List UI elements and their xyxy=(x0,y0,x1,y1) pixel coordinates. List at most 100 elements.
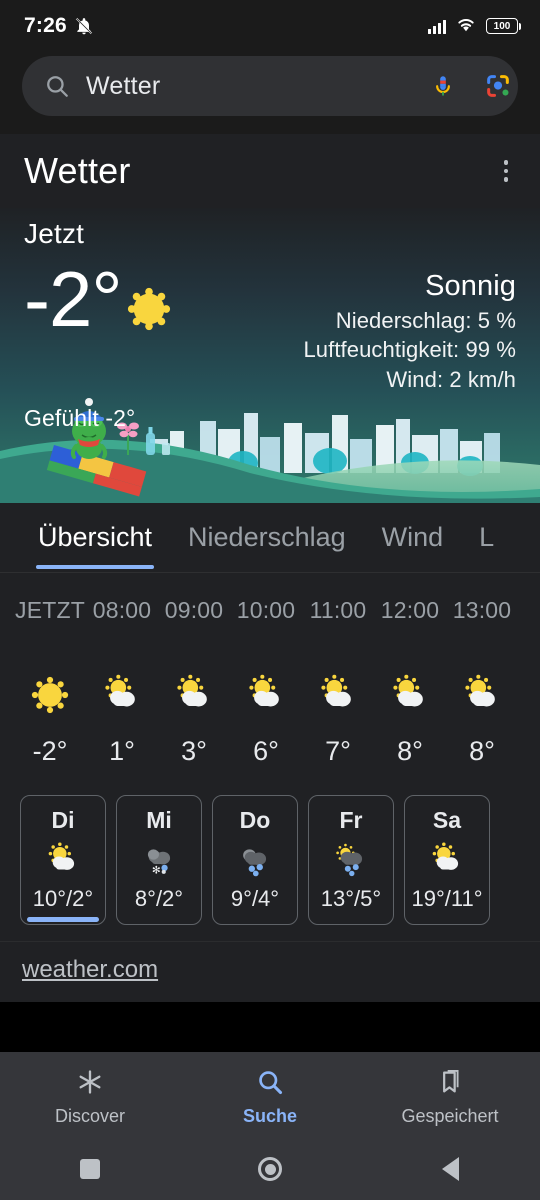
daily-forecast-row[interactable]: Di 10°/2° Mi ✻ 8°/2° Do 9°/4° Fr 13°/5° Sa 19°/11° xyxy=(0,795,540,925)
app-bottom-nav: Discover Suche Gespeichert xyxy=(0,1052,540,1138)
hourly-temperature: 3° xyxy=(181,736,207,766)
daily-forecast[interactable]: Di 10°/2° Mi ✻ 8°/2° Do 9°/4° Fr 13°/5° Sa 19°/11° xyxy=(0,785,540,941)
daily-forecast-card[interactable]: Do 9°/4° xyxy=(212,795,298,925)
bottom-nav-label: Gespeichert xyxy=(401,1105,499,1126)
tab-niederschlag[interactable]: Niederschlag xyxy=(170,503,364,572)
current-temperature-block: -2° xyxy=(24,255,172,343)
feels-like-text: Gefühlt -2° xyxy=(24,405,136,432)
hourly-column[interactable]: 08:00 1° xyxy=(86,597,158,767)
hourly-temperature: -2° xyxy=(32,736,68,766)
sun-behind-cloud-icon xyxy=(230,660,302,730)
wifi-icon xyxy=(455,15,477,38)
daily-temperature-range: 10°/2° xyxy=(32,886,94,911)
sun-behind-cloud-icon xyxy=(86,660,158,730)
page-title: Wetter xyxy=(24,150,131,191)
hourly-column[interactable]: 10:00 6° xyxy=(230,597,302,767)
hourly-temperature: 1° xyxy=(109,736,135,766)
weather-tabs: Übersicht Niederschlag Wind L xyxy=(0,503,540,573)
hourly-time: 12:00 xyxy=(380,597,440,623)
daily-temperature-range: 9°/4° xyxy=(230,886,280,911)
hourly-forecast-row[interactable]: JETZT -2° 08:00 1° 09:00 3° 10:00 6° 11:00 7° 12:0… xyxy=(0,597,540,767)
daily-forecast-card[interactable]: Mi ✻ 8°/2° xyxy=(116,795,202,925)
current-time-label: Jetzt xyxy=(24,218,85,249)
daily-forecast-card[interactable]: Fr 13°/5° xyxy=(308,795,394,925)
microphone-icon[interactable] xyxy=(424,71,462,101)
hourly-forecast[interactable]: JETZT -2° 08:00 1° 09:00 3° 10:00 6° 11:00 7° 12:0… xyxy=(0,573,540,785)
hourly-temperature: 8° xyxy=(469,736,495,766)
bottom-nav-label: Suche xyxy=(242,1105,298,1126)
current-weather-card: Jetzt -2° Sonnig Niederschlag: 5 % Luftf… xyxy=(0,208,540,503)
cloud-rain-icon xyxy=(236,839,274,881)
bottom-nav-item-discover[interactable]: Discover xyxy=(15,1068,165,1127)
daily-temperature-range: 8°/2° xyxy=(134,886,184,911)
current-weather-row: -2° Sonnig Niederschlag: 5 % Luftfeuchti… xyxy=(24,255,516,394)
status-bar: 7:26 100 xyxy=(0,0,540,52)
source-attribution: weather.com xyxy=(0,941,540,1002)
daily-day-label: Sa xyxy=(432,807,462,833)
hourly-time: 10:00 xyxy=(236,597,296,623)
hourly-time: 11:00 xyxy=(309,597,367,623)
battery-indicator: 100 xyxy=(486,18,521,34)
hourly-temperature: 8° xyxy=(397,736,423,766)
bottom-nav-item-gespeichert[interactable]: Gespeichert xyxy=(375,1068,525,1127)
google-lens-icon[interactable] xyxy=(478,72,518,100)
tab-l[interactable]: L xyxy=(461,503,512,572)
status-bar-left: 7:26 xyxy=(24,14,94,38)
daily-temperature-range: 19°/11° xyxy=(411,886,483,911)
daily-forecast-card[interactable]: Di 10°/2° xyxy=(20,795,106,925)
bottom-nav-label: Discover xyxy=(54,1105,125,1126)
more-vertical-icon[interactable] xyxy=(496,152,517,190)
tab-bersicht[interactable]: Übersicht xyxy=(20,503,170,572)
sun-icon xyxy=(126,286,172,332)
daily-forecast-card[interactable]: Sa 19°/11° xyxy=(404,795,490,925)
sun-cloud-rain-icon xyxy=(332,839,370,881)
hourly-column[interactable]: 09:00 3° xyxy=(158,597,230,767)
page-header: Wetter xyxy=(0,134,540,208)
cloud-sleet-icon: ✻ xyxy=(140,839,178,881)
current-temperature: -2° xyxy=(24,255,123,343)
humidity-text: Luftfeuchtigkeit: 99 % xyxy=(303,337,516,363)
search-input[interactable] xyxy=(86,71,408,101)
search-bar-container xyxy=(0,52,540,134)
daily-day-label: Do xyxy=(239,807,271,833)
hourly-column[interactable]: 12:00 8° xyxy=(374,597,446,767)
bottom-nav-item-suche[interactable]: Suche xyxy=(195,1068,345,1127)
precipitation-text: Niederschlag: 5 % xyxy=(335,308,516,333)
daily-day-label: Di xyxy=(51,807,75,833)
hourly-time: 09:00 xyxy=(164,597,224,623)
sun-behind-cloud-icon xyxy=(302,660,374,730)
svg-text:✻: ✻ xyxy=(152,865,161,876)
hourly-time: JETZT xyxy=(15,597,85,623)
back-triangle-icon[interactable] xyxy=(390,1157,510,1181)
search-icon xyxy=(44,73,70,99)
recents-square-icon[interactable] xyxy=(30,1159,150,1179)
status-bar-right: 100 xyxy=(428,15,521,38)
sun-behind-cloud-icon xyxy=(44,839,82,881)
hourly-column[interactable]: 11:00 7° xyxy=(302,597,374,767)
hourly-column[interactable]: 13:00 8° xyxy=(446,597,518,767)
cellular-signal-icon xyxy=(428,19,446,34)
source-link[interactable]: weather.com xyxy=(22,956,158,983)
hourly-time: 08:00 xyxy=(92,597,152,623)
status-time: 7:26 xyxy=(24,14,67,37)
sun-behind-cloud-icon xyxy=(446,660,518,730)
wind-text: Wind: 2 km/h xyxy=(386,366,516,392)
android-navigation-bar xyxy=(0,1138,540,1200)
condition-text: Sonnig xyxy=(425,270,516,302)
bell-muted-icon xyxy=(74,16,94,36)
daily-day-label: Fr xyxy=(339,807,363,833)
daily-temperature-range: 13°/5° xyxy=(320,886,382,911)
tab-wind[interactable]: Wind xyxy=(364,503,462,572)
search-bar[interactable] xyxy=(22,56,518,116)
sun-behind-cloud-icon xyxy=(374,660,446,730)
asterisk-icon xyxy=(76,1068,104,1101)
hourly-temperature: 6° xyxy=(253,736,279,766)
sun-icon xyxy=(14,660,86,730)
home-circle-icon[interactable] xyxy=(210,1157,330,1181)
hourly-column[interactable]: JETZT -2° xyxy=(14,597,86,767)
hourly-temperature: 7° xyxy=(325,736,351,766)
hourly-time: 13:00 xyxy=(452,597,512,623)
sun-behind-cloud-icon xyxy=(158,660,230,730)
search-icon xyxy=(256,1068,284,1101)
current-weather-content: Jetzt -2° Sonnig Niederschlag: 5 % Luftf… xyxy=(0,208,540,432)
